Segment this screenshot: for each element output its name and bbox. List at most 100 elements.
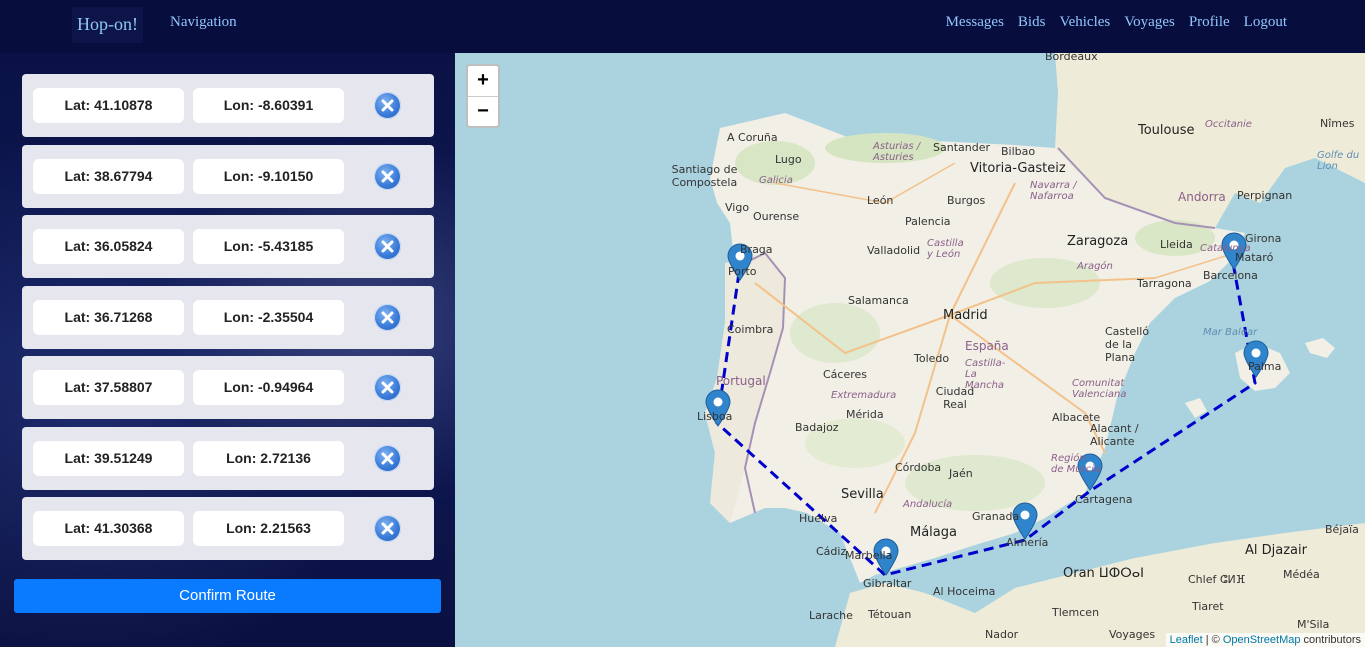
latitude-field[interactable]: Lat: 39.51249 <box>33 441 184 476</box>
map-label: Nador <box>985 628 1019 641</box>
map-label: Castilla y León <box>927 238 964 260</box>
latitude-field[interactable]: Lat: 38.67794 <box>33 159 184 194</box>
map-label: Portugal <box>716 374 766 388</box>
map-label: Oran ⵡⵀⵔⴰⵏ <box>1063 566 1145 581</box>
nav-voyages[interactable]: Voyages <box>1124 14 1175 31</box>
map-label: Región de Murcia <box>1051 453 1101 475</box>
map-label: Mérida <box>846 408 884 421</box>
map-label: Lleida <box>1160 238 1193 251</box>
longitude-field[interactable]: Lon: -8.60391 <box>193 88 344 123</box>
map-label: Comunitat Valenciana <box>1072 378 1127 400</box>
latitude-field[interactable]: Lat: 41.30368 <box>33 511 184 546</box>
map-label: Andorra <box>1178 190 1226 204</box>
zoom-in-button[interactable]: + <box>468 66 498 97</box>
map-label: Granada <box>972 510 1020 523</box>
map-label: Bilbao <box>1001 145 1036 158</box>
map-label: Castelló de la Plana <box>1105 325 1150 364</box>
map-label: Médéa <box>1283 568 1320 581</box>
map-label: Huelva <box>799 512 838 525</box>
map-label: Aragón <box>1077 261 1113 272</box>
latitude-field[interactable]: Lat: 37.58807 <box>33 370 184 405</box>
close-icon <box>381 99 394 112</box>
map-label: Voyages <box>1109 628 1156 641</box>
map-label: Tarragona <box>1137 277 1192 290</box>
longitude-field[interactable]: Lon: 2.72136 <box>193 441 344 476</box>
map-label: Al Djazair <box>1245 543 1307 558</box>
map-label: Barcelona <box>1203 269 1258 282</box>
latitude-field[interactable]: Lat: 41.10878 <box>33 88 184 123</box>
map-label: Lugo <box>775 153 802 166</box>
attribution-tail: contributors <box>1300 634 1361 646</box>
remove-point-button[interactable] <box>374 374 401 401</box>
leaflet-link[interactable]: Leaflet <box>1170 634 1203 646</box>
map-label: M'Sila <box>1297 618 1330 631</box>
remove-point-button[interactable] <box>374 163 401 190</box>
close-icon <box>381 522 394 535</box>
osm-link[interactable]: OpenStreetMap <box>1223 634 1301 646</box>
map-label: Nîmes <box>1320 117 1355 130</box>
zoom-out-button[interactable]: − <box>468 97 498 127</box>
map-label: Burgos <box>947 194 986 207</box>
confirm-route-button[interactable]: Confirm Route <box>14 579 441 613</box>
map-label: Porto <box>728 265 757 278</box>
map-label: Santiago de Compostela <box>671 163 738 189</box>
nav-bids[interactable]: Bids <box>1018 14 1046 31</box>
right-nav: Messages Bids Vehicles Voyages Profile L… <box>946 14 1287 31</box>
map-label: Andalucía <box>903 499 953 510</box>
longitude-field[interactable]: Lon: -9.10150 <box>193 159 344 194</box>
map-label: Coimbra <box>727 323 774 336</box>
nav-logout[interactable]: Logout <box>1244 14 1287 31</box>
close-icon <box>381 240 394 253</box>
remove-point-button[interactable] <box>374 92 401 119</box>
map-label: Al Hoceima <box>933 585 996 598</box>
route-point-row: Lat: 36.05824 Lon: -5.43185 <box>22 215 434 278</box>
nav-messages[interactable]: Messages <box>946 14 1004 31</box>
map-label: Toulouse <box>1138 123 1195 138</box>
map-label: León <box>867 194 894 207</box>
map-label: Lisboa <box>697 410 733 423</box>
close-icon <box>381 452 394 465</box>
map-label: Santander <box>933 141 990 154</box>
route-map[interactable]: Bordeaux Toulouse Occitanie Nîmes A Coru… <box>455 53 1365 647</box>
longitude-field[interactable]: Lon: -2.35504 <box>193 300 344 335</box>
map-label: Badajoz <box>795 421 839 434</box>
map-label: Salamanca <box>848 294 909 307</box>
route-point-row: Lat: 37.58807 Lon: -0.94964 <box>22 356 434 419</box>
zoom-control: + − <box>466 64 500 128</box>
nav-vehicles[interactable]: Vehicles <box>1059 14 1110 31</box>
map-attribution: Leaflet | © OpenStreetMap contributors <box>1165 633 1365 647</box>
map-label: Navarra / Nafarroa <box>1030 180 1077 202</box>
longitude-field[interactable]: Lon: 2.21563 <box>193 511 344 546</box>
map-label: Perpignan <box>1237 189 1293 202</box>
map-label: Tiaret <box>1192 600 1224 613</box>
longitude-field[interactable]: Lon: -5.43185 <box>193 229 344 264</box>
close-icon <box>381 381 394 394</box>
map-label: Larache <box>809 609 853 622</box>
map-label: Toledo <box>914 352 950 365</box>
map-label: España <box>965 339 1009 353</box>
brand-logo[interactable]: Hop-on! <box>72 7 143 43</box>
remove-point-button[interactable] <box>374 304 401 331</box>
map-label: Ciudad Real <box>935 385 975 411</box>
nav-navigation[interactable]: Navigation <box>170 14 237 31</box>
remove-point-button[interactable] <box>374 233 401 260</box>
map-label: Sevilla <box>841 487 884 502</box>
map-label: Cádiz <box>816 545 847 558</box>
nav-profile[interactable]: Profile <box>1189 14 1230 31</box>
map-label: Jaén <box>949 467 973 480</box>
map-label: Valladolid <box>867 244 921 257</box>
remove-point-button[interactable] <box>374 515 401 542</box>
map-label: Braga <box>740 243 773 256</box>
map-label: Bordeaux <box>1045 53 1098 63</box>
map-label: Extremadura <box>831 390 897 401</box>
latitude-field[interactable]: Lat: 36.05824 <box>33 229 184 264</box>
map-label: Mataró <box>1235 251 1274 264</box>
longitude-field[interactable]: Lon: -0.94964 <box>193 370 344 405</box>
map-label: Alacant / Alicante <box>1090 422 1139 448</box>
remove-point-button[interactable] <box>374 445 401 472</box>
map-label: Vigo <box>725 201 750 214</box>
map-label: Málaga <box>910 525 957 540</box>
map-label: Palma <box>1248 360 1282 373</box>
map-label: A Coruña <box>727 131 778 144</box>
latitude-field[interactable]: Lat: 36.71268 <box>33 300 184 335</box>
